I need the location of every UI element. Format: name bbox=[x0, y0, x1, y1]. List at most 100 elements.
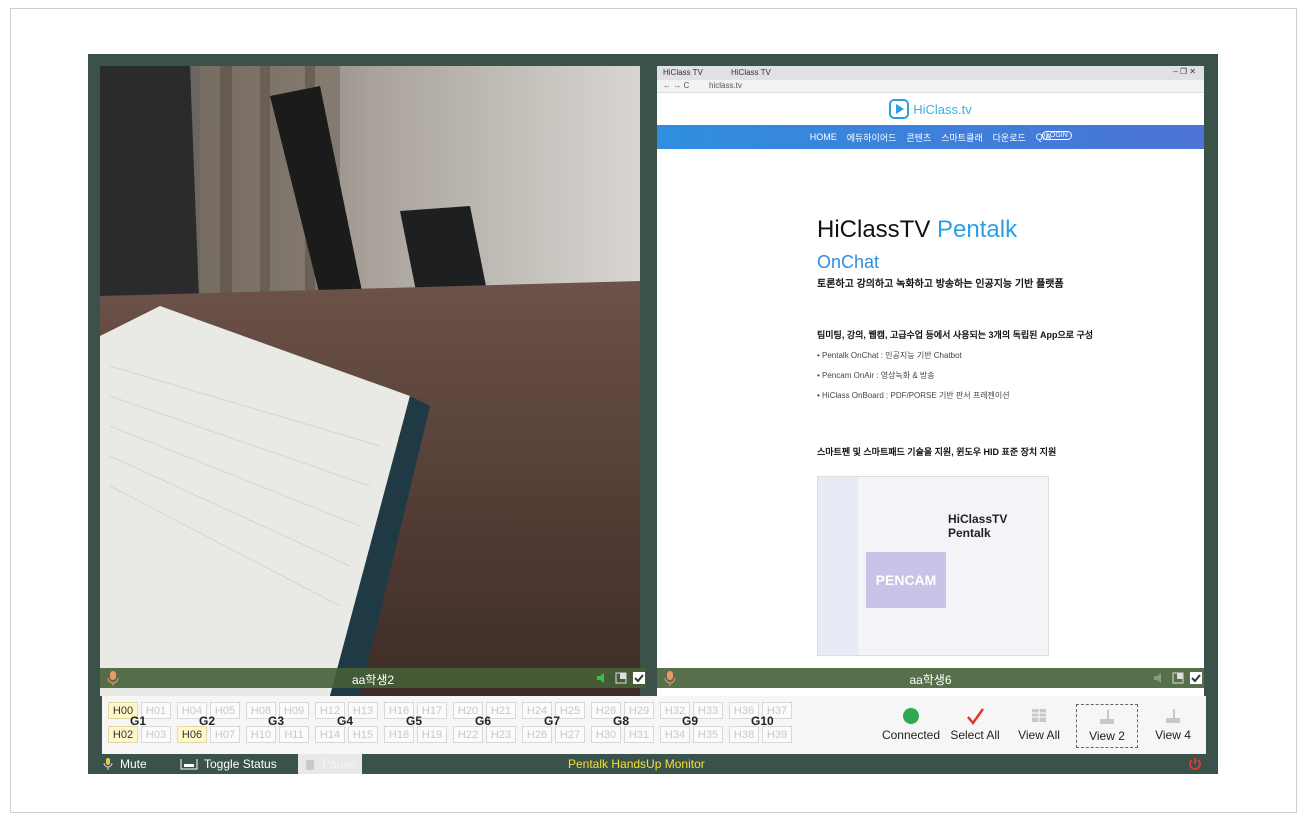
hand-cell[interactable]: H38 bbox=[729, 726, 759, 743]
hand-cell[interactable]: H14 bbox=[315, 726, 345, 743]
select-checkbox-icon[interactable] bbox=[633, 672, 645, 684]
login-button[interactable]: LOGIN bbox=[1042, 131, 1072, 140]
promo-phone-mock bbox=[818, 477, 858, 655]
mute-button[interactable]: Mute bbox=[102, 757, 147, 771]
browser-address-bar: ← → C hiclass.tv bbox=[657, 80, 1204, 93]
nav-arrows-icon[interactable]: ← → C bbox=[663, 81, 689, 90]
group-label: G1 bbox=[130, 714, 147, 728]
hand-cell[interactable]: H11 bbox=[279, 726, 309, 743]
site-content: HiClassTV Pentalk OnChat 토론하고 강의하고 녹화하고 … bbox=[817, 216, 1117, 458]
hand-cell[interactable]: H15 bbox=[348, 726, 378, 743]
nav-item[interactable]: 다운로드 bbox=[993, 131, 1026, 144]
connected-status: Connected bbox=[880, 704, 942, 748]
hand-cell[interactable]: H35 bbox=[693, 726, 723, 743]
pause-label: Pause bbox=[322, 757, 357, 771]
hand-cell[interactable]: H07 bbox=[210, 726, 240, 743]
hand-cell[interactable]: H18 bbox=[384, 726, 414, 743]
browser-tab-strip: HiClass TV HiClass TV – ❐ ✕ bbox=[657, 66, 1204, 80]
bullet-line: • Pencam OnAir : 영상녹화 & 방송 bbox=[817, 371, 935, 380]
view-all-button[interactable]: View All bbox=[1008, 704, 1070, 748]
group-label: G8 bbox=[613, 714, 630, 728]
mic-icon bbox=[103, 758, 113, 770]
promo-pencam: PENCAM bbox=[866, 552, 946, 608]
pause-button[interactable]: Pause bbox=[298, 754, 363, 774]
speaker-icon[interactable] bbox=[596, 672, 608, 684]
heading-blue: Pentalk bbox=[937, 216, 1018, 243]
view-4-button[interactable]: View 4 bbox=[1142, 704, 1204, 748]
hand-cell[interactable]: H26 bbox=[522, 726, 552, 743]
toggle-icon bbox=[180, 759, 198, 770]
select-all-label: Select All bbox=[950, 728, 1000, 742]
promo-title: HiClassTV Pentalk bbox=[948, 512, 1008, 540]
group-label: G10 bbox=[751, 714, 774, 728]
hero-subtitle: 토론하고 강의하고 녹화하고 방송하는 인공지능 기반 플랫폼 bbox=[817, 279, 1064, 290]
view-4-label: View 4 bbox=[1155, 728, 1191, 742]
grid-view-icon bbox=[1032, 709, 1046, 722]
expand-icon[interactable] bbox=[1172, 672, 1184, 684]
app-title: Pentalk HandsUp Monitor bbox=[568, 757, 705, 771]
hand-cell[interactable]: H31 bbox=[624, 726, 654, 743]
group-label: G9 bbox=[682, 714, 699, 728]
video-pane-left[interactable] bbox=[100, 66, 640, 696]
hand-cell[interactable]: H39 bbox=[762, 726, 792, 743]
section-heading: 팀미팅, 강의, 웹캠, 고급수업 등에서 사용되는 3개의 독립된 App으로… bbox=[817, 330, 1094, 340]
hand-cell[interactable]: H03 bbox=[141, 726, 171, 743]
student-name-right: aa학생6 bbox=[909, 673, 952, 687]
expand-icon[interactable] bbox=[615, 672, 627, 684]
select-all-button[interactable]: Select All bbox=[944, 704, 1006, 748]
hand-cell[interactable]: H02 bbox=[108, 726, 138, 743]
speaker-muted-icon[interactable] bbox=[1153, 672, 1165, 684]
video-pane-right[interactable]: HiClass TV HiClass TV – ❐ ✕ ← → C hiclas… bbox=[657, 66, 1204, 696]
view-2-button[interactable]: View 2 bbox=[1076, 704, 1138, 748]
site-nav: HOME 에듀하이어드 콘텐츠 스마트클래 다운로드 Q/A LOGIN bbox=[657, 125, 1204, 149]
logo-text: HiClass.tv bbox=[913, 101, 972, 117]
hand-cell[interactable]: H10 bbox=[246, 726, 276, 743]
group-label: G5 bbox=[406, 714, 423, 728]
nav-item[interactable]: HOME bbox=[810, 132, 837, 142]
browser-tab[interactable]: HiClass TV bbox=[663, 68, 703, 77]
bullet-line: • HiClass OnBoard : PDF/PORSE 기반 판서 프레젠이… bbox=[817, 391, 1010, 400]
hand-cell[interactable]: H19 bbox=[417, 726, 447, 743]
student-name-left: aa학생2 bbox=[351, 673, 395, 687]
toggle-status-label: Toggle Status bbox=[204, 757, 277, 771]
group-label: G3 bbox=[268, 714, 285, 728]
hand-cell[interactable]: H30 bbox=[591, 726, 621, 743]
address-text[interactable]: hiclass.tv bbox=[709, 81, 742, 90]
connected-label: Connected bbox=[881, 728, 941, 742]
camera-feed-image bbox=[100, 66, 640, 696]
view-4-icon bbox=[1166, 709, 1180, 723]
nav-item[interactable]: 스마트클래 bbox=[941, 131, 982, 144]
browser-tab[interactable]: HiClass TV bbox=[731, 68, 771, 77]
promo-image: PENCAM HiClassTV Pentalk bbox=[817, 476, 1049, 656]
view-2-icon bbox=[1100, 710, 1114, 724]
video-label-bar-right: aa학생6 bbox=[657, 668, 1204, 688]
mute-label: Mute bbox=[120, 757, 147, 771]
checkmark-icon bbox=[967, 708, 985, 726]
power-icon[interactable] bbox=[1188, 757, 1202, 771]
group-label: G4 bbox=[337, 714, 354, 728]
hand-cell[interactable]: H22 bbox=[453, 726, 483, 743]
select-checkbox-icon[interactable] bbox=[1190, 672, 1202, 684]
bullet-line: • Pentalk OnChat : 인공지능 기반 Chatbot bbox=[817, 351, 962, 360]
hand-cell[interactable]: H23 bbox=[486, 726, 516, 743]
connected-dot-icon bbox=[903, 708, 919, 724]
group-label: G6 bbox=[475, 714, 492, 728]
heading-dark: HiClassTV bbox=[817, 216, 931, 243]
hand-cell[interactable]: H27 bbox=[555, 726, 585, 743]
hand-cell[interactable]: H06 bbox=[177, 726, 207, 743]
toggle-status-button[interactable]: Toggle Status bbox=[180, 757, 277, 771]
hand-icon bbox=[306, 760, 314, 770]
handsup-monitor-app: aa학생2 HiClass TV HiClass TV – ❐ ✕ ← → C … bbox=[88, 54, 1218, 774]
onchat-heading: OnChat bbox=[817, 252, 880, 272]
hand-cell[interactable]: H34 bbox=[660, 726, 690, 743]
window-controls[interactable]: – ❐ ✕ bbox=[1173, 67, 1196, 76]
nav-item[interactable]: 에듀하이어드 bbox=[847, 131, 897, 144]
view-all-label: View All bbox=[1018, 728, 1060, 742]
play-logo-icon bbox=[889, 99, 910, 119]
nav-item[interactable]: 콘텐츠 bbox=[906, 131, 931, 144]
video-label-bar-left: aa학생2 bbox=[100, 668, 646, 688]
site-logo: HiClass.tv bbox=[657, 93, 1204, 125]
status-bar: Mute Toggle Status Pause Pentalk HandsUp… bbox=[88, 754, 1218, 774]
section-heading: 스마트펜 및 스마트패드 기술을 지원, 윈도우 HID 표준 장치 지원 bbox=[817, 447, 1057, 457]
hero-heading: HiClassTV Pentalk bbox=[817, 216, 1117, 244]
